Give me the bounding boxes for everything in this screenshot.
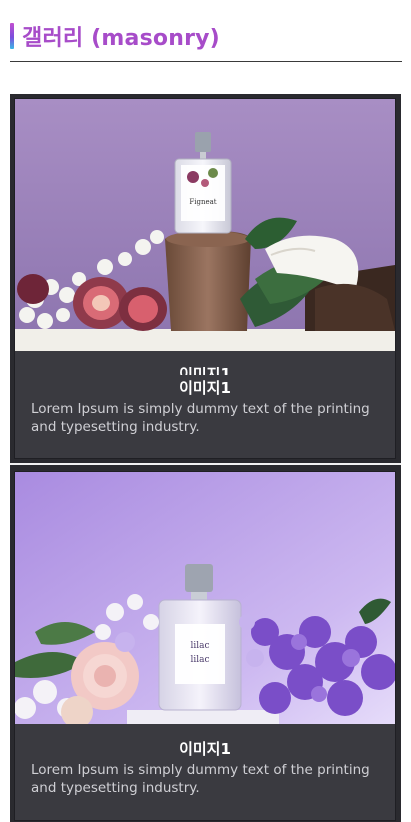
heading-accent-bar (10, 23, 14, 49)
card-info: 이미지1 이미지1 Lorem Ipsum is simply dummy te… (15, 351, 395, 458)
page: 갤러리 (masonry) Figneat 이미지1 Lorem Ipsum i… (0, 0, 411, 822)
section-heading: 갤러리 (masonry) (10, 20, 220, 52)
svg-text:lilac: lilac (190, 655, 209, 665)
lilac-photo: lilac lilac (15, 472, 395, 724)
gallery-card[interactable]: lilac lilac 이미지1 Lorem Ipsum is simply d… (14, 471, 396, 821)
gallery-card[interactable]: Figneat 이미지1 Lorem Ipsum is simply dummy… (14, 98, 396, 459)
card-image-lilac[interactable]: lilac lilac (15, 472, 395, 724)
figneat-photo: Figneat (15, 99, 395, 351)
card-description: Lorem Ipsum is simply dummy text of the … (31, 762, 370, 796)
card-image-figneat[interactable]: Figneat (15, 99, 395, 351)
masonry-gallery: Figneat 이미지1 Lorem Ipsum is simply dummy… (10, 94, 401, 822)
page-title: 갤러리 (masonry) (22, 26, 220, 51)
card-separator (10, 463, 401, 465)
card-title-overlap: 이미지1 (31, 367, 379, 375)
svg-text:Figneat: Figneat (189, 198, 216, 206)
card-info: 이미지1 Lorem Ipsum is simply dummy text of… (15, 724, 395, 820)
heading-divider (10, 61, 402, 62)
svg-text:lilac: lilac (190, 641, 209, 651)
card-description: Lorem Ipsum is simply dummy text of the … (31, 401, 370, 435)
card-title: 이미지1 (179, 740, 231, 758)
card-title: 이미지1 (179, 379, 231, 397)
